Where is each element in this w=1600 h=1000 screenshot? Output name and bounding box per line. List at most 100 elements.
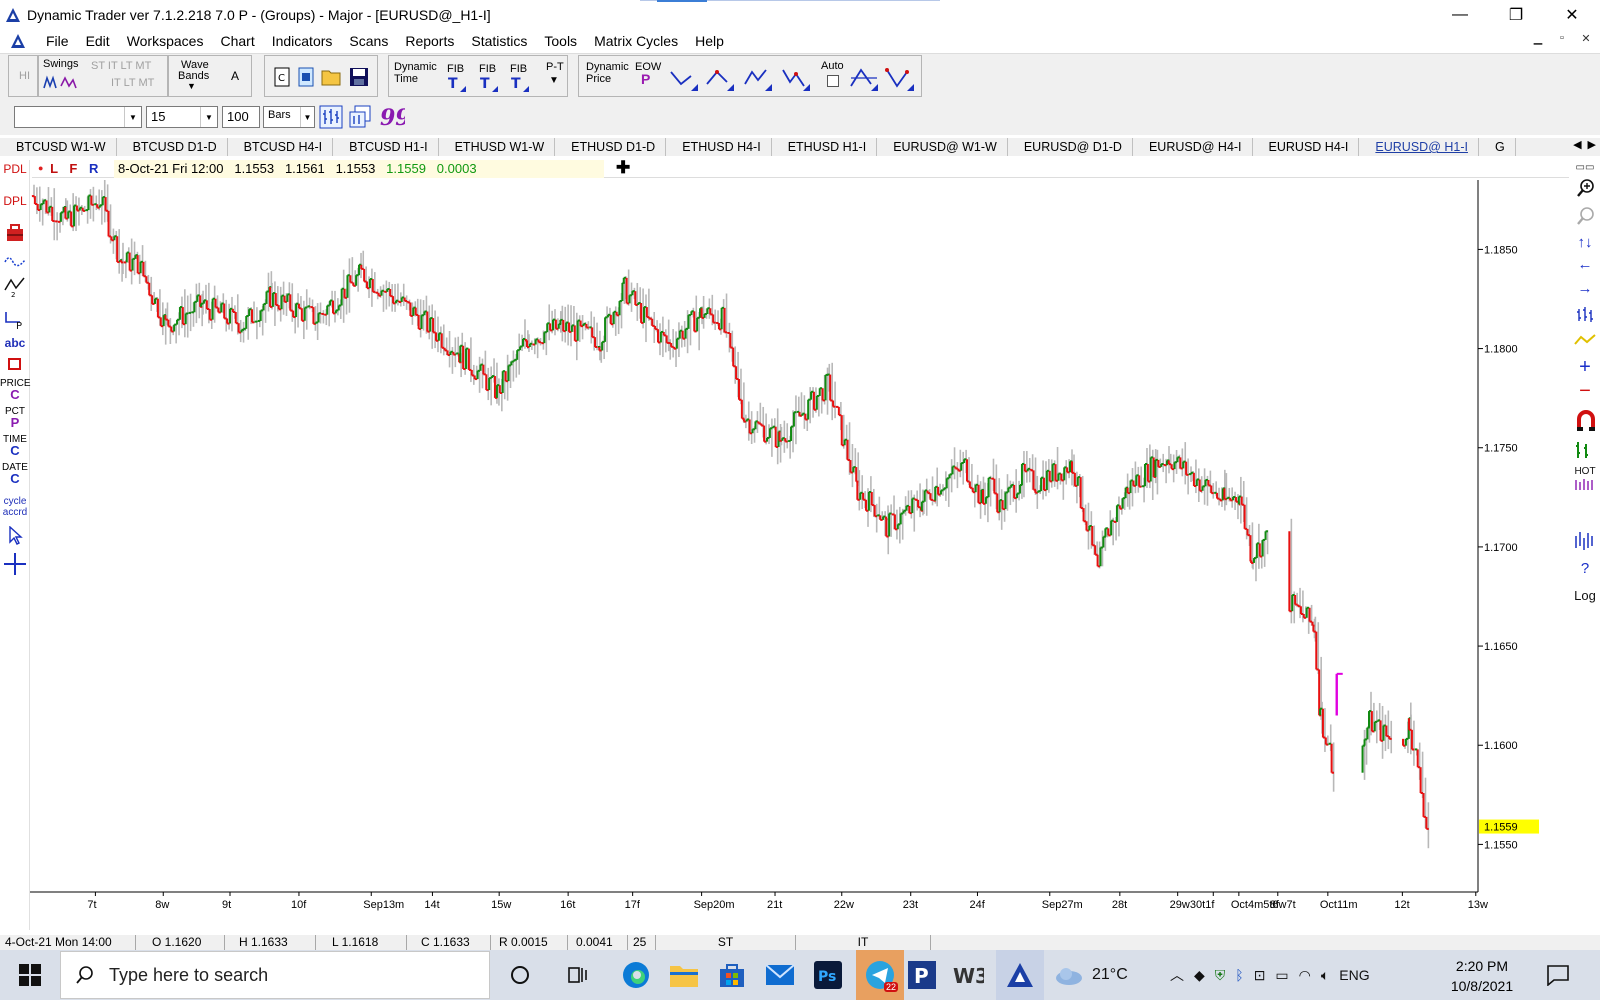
abc-down-tool-icon[interactable] — [781, 66, 811, 92]
eow-p-button[interactable]: P — [641, 72, 650, 86]
remove-icon[interactable]: − — [1570, 380, 1600, 403]
start-button[interactable] — [0, 950, 60, 1000]
tab-scroll-right-icon[interactable]: ▶ — [1588, 138, 1596, 151]
dynamic-trader-taskbar-icon[interactable] — [996, 950, 1044, 1000]
tab-overflow[interactable]: G — [1479, 138, 1516, 156]
task-view-icon[interactable] — [560, 957, 596, 993]
taskbar-search-box[interactable]: Type here to search — [60, 951, 490, 999]
clock[interactable]: 2:20 PM 10/8/2021 — [1442, 956, 1522, 996]
tab-btcusd-h1[interactable]: BTCUSD H1-I — [333, 138, 439, 156]
notification-center-icon[interactable] — [1546, 964, 1570, 986]
f-button[interactable]: F — [69, 161, 77, 176]
price-c-tool[interactable]: C — [0, 388, 30, 401]
zoom-out-icon[interactable] — [1576, 206, 1596, 226]
tab-btcusd-w1[interactable]: BTCUSD W1-W — [0, 138, 117, 156]
auto-checkbox[interactable] — [827, 75, 839, 87]
cortana-icon[interactable] — [502, 957, 538, 993]
weather-widget[interactable]: 21°C — [1054, 950, 1128, 1000]
symbol-combo[interactable]: ▼ — [14, 106, 142, 128]
security-shield-icon[interactable]: ⛨ — [1215, 967, 1226, 984]
restore-button[interactable]: ❐ — [1488, 0, 1544, 30]
save-icon[interactable] — [349, 67, 369, 87]
volume-icon[interactable]: 🔈︎ — [1321, 967, 1329, 984]
tab-eurusd-h1[interactable]: EURUSD@ H1-I — [1359, 138, 1479, 156]
menu-scans[interactable]: Scans — [341, 33, 397, 49]
cycle-tool-label[interactable]: cycle — [0, 496, 30, 507]
pitchfork-down-tool-icon[interactable] — [885, 64, 915, 92]
fib-time-3-icon[interactable]: T — [508, 75, 530, 93]
tab-eurusd-h4-2[interactable]: EURUSD H4-I — [1253, 138, 1360, 156]
p-t-dropdown-icon[interactable]: ▼ — [549, 75, 559, 86]
toolbox-icon[interactable] — [5, 222, 25, 244]
dynamic-price-label-2[interactable]: Price — [586, 74, 611, 85]
w3-icon[interactable]: W3 — [950, 957, 986, 993]
r-button[interactable]: R — [89, 161, 98, 176]
file-explorer-icon[interactable] — [666, 957, 702, 993]
scroll-left-icon[interactable]: ← — [1570, 256, 1600, 273]
fib-time-2-icon[interactable]: T — [477, 75, 499, 93]
add-icon[interactable]: + — [1570, 356, 1600, 379]
crosshair-plus-icon[interactable]: ✚ — [616, 158, 630, 178]
menu-chart[interactable]: Chart — [212, 33, 263, 49]
record-dot-icon[interactable]: ● — [38, 163, 43, 173]
dpl-tool[interactable]: DPL — [0, 195, 30, 207]
open-folder-icon[interactable] — [321, 67, 343, 87]
abc-label-tool[interactable]: abc — [0, 337, 30, 349]
scroll-right-icon[interactable]: → — [1570, 280, 1600, 297]
menu-matrix-cycles[interactable]: Matrix Cycles — [586, 33, 687, 49]
wave-bands-dropdown-icon[interactable]: ▼ — [187, 81, 196, 92]
tab-btcusd-d1[interactable]: BTCUSD D1-D — [117, 138, 228, 156]
fib-time-1-label[interactable]: FIB — [447, 64, 464, 75]
fib-time-2-label[interactable]: FIB — [479, 64, 496, 75]
hot-label[interactable]: HOT — [1570, 466, 1600, 477]
edge-icon[interactable] — [618, 957, 654, 993]
close-button[interactable]: ✕ — [1544, 0, 1600, 30]
pointer-tool-icon[interactable] — [8, 526, 24, 546]
mdi-close-button[interactable]: ✕ — [1578, 32, 1594, 45]
menu-reports[interactable]: Reports — [397, 33, 463, 49]
chevron-down-icon[interactable]: ▼ — [200, 107, 217, 127]
log-scale-toggle[interactable]: Log — [1570, 588, 1600, 603]
indicator-line-icon[interactable] — [1574, 332, 1596, 348]
interval-combo[interactable]: 15 ▼ — [146, 106, 218, 128]
chevron-down-icon[interactable]: ▼ — [300, 107, 314, 127]
mdi-restore-button[interactable]: ▫ — [1554, 32, 1570, 45]
bars-count-input[interactable]: 100 — [222, 106, 260, 128]
dynamic-price-label-1[interactable]: Dynamic — [586, 62, 629, 73]
meet-now-icon[interactable]: ⊡ — [1254, 967, 1266, 984]
dynamic-time-label-2[interactable]: Time — [394, 74, 418, 85]
zoom-in-icon[interactable] — [1576, 178, 1596, 198]
swing-up-tool-icon[interactable] — [705, 66, 735, 92]
telegram-icon[interactable]: 22 — [856, 950, 904, 1000]
tab-ethusd-h4[interactable]: ETHUSD H4-I — [666, 138, 772, 156]
date-c-tool[interactable]: C — [0, 472, 30, 485]
tab-scroll-left-icon[interactable]: ◀ — [1573, 138, 1581, 151]
fib-time-1-icon[interactable]: T — [445, 75, 467, 93]
tab-ethusd-d1[interactable]: ETHUSD D1-D — [555, 138, 667, 156]
p-marker-tool-icon[interactable]: P — [4, 310, 26, 330]
bars-compress-icon[interactable] — [1576, 306, 1596, 324]
rectangle-tool-icon[interactable] — [8, 358, 21, 370]
tab-eurusd-d1[interactable]: EURUSD@ D1-D — [1008, 138, 1133, 156]
time-c-tool[interactable]: C — [0, 444, 30, 457]
bars-unit-combo[interactable]: Bars ▼ — [263, 106, 315, 128]
p-t-label[interactable]: P-T — [546, 62, 564, 73]
menu-help[interactable]: Help — [687, 33, 733, 49]
tab-btcusd-h4[interactable]: BTCUSD H4-I — [228, 138, 334, 156]
menu-indicators[interactable]: Indicators — [264, 33, 342, 49]
wave-tool-icon[interactable] — [4, 252, 26, 268]
menu-workspaces[interactable]: Workspaces — [119, 33, 213, 49]
mail-icon[interactable] — [762, 957, 798, 993]
menu-tools[interactable]: Tools — [536, 33, 586, 49]
photoshop-icon[interactable]: Ps — [810, 957, 846, 993]
tab-eurusd-h4[interactable]: EURUSD@ H4-I — [1133, 138, 1253, 156]
price-chart[interactable]: 1.1850 1.1800 1.1750 1.1700 1.1650 1.1600 1.15… — [30, 180, 1570, 930]
quote-marks-icon[interactable]: 99 — [379, 105, 405, 129]
tab-eurusd-w1[interactable]: EURUSD@ W1-W — [877, 138, 1008, 156]
l-button[interactable]: L — [50, 161, 58, 176]
dynamic-time-label-1[interactable]: Dynamic — [394, 62, 437, 73]
menu-statistics[interactable]: Statistics — [463, 33, 536, 49]
abc-wave-tool-icon[interactable]: 2 — [4, 274, 26, 298]
chevron-down-icon[interactable]: ▼ — [124, 107, 141, 127]
document-app-icon[interactable] — [10, 33, 26, 49]
